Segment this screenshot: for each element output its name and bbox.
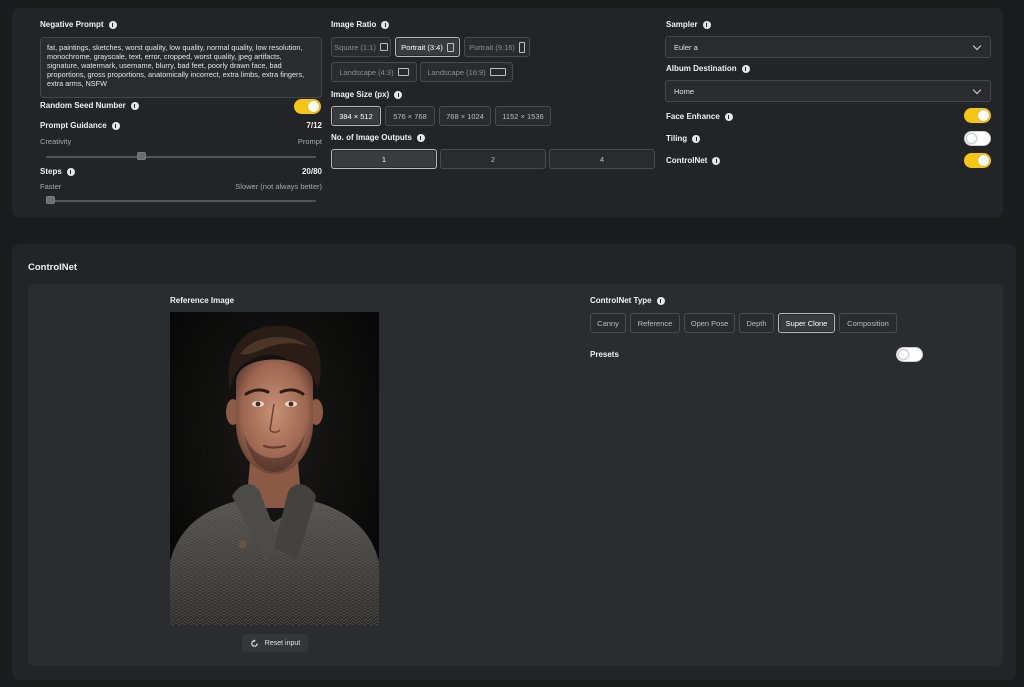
info-icon[interactable] — [394, 90, 403, 99]
size-option-384x512[interactable]: 384 × 512 — [331, 106, 381, 126]
controlnet-type-reference[interactable]: Reference — [630, 313, 680, 333]
image-size-label: Image Size (px) — [331, 90, 403, 99]
tall-portrait-shape-icon — [518, 41, 525, 53]
album-destination-label: Album Destination — [666, 64, 750, 73]
chevron-down-icon — [972, 41, 982, 51]
toggle-knob — [308, 101, 319, 112]
size-option-768x1024[interactable]: 768 × 1024 — [439, 106, 491, 126]
random-seed-toggle[interactable] — [294, 99, 321, 114]
image-ratio-label: Image Ratio — [331, 20, 390, 29]
ratio-square-option[interactable]: Square (1:1) — [331, 37, 391, 57]
controlnet-toggle-label: ControlNet — [666, 156, 721, 165]
slower-label: Slower (not always better) — [235, 182, 322, 191]
negative-prompt-label: Negative Prompt — [40, 20, 117, 29]
portrait-shape-icon — [446, 42, 454, 52]
controlnet-type-super-clone[interactable]: Super Clone — [778, 313, 835, 333]
ratio-landscape-16-9-option[interactable]: Landscape (16:9) — [420, 62, 513, 82]
image-outputs-label: No. of Image Outputs — [331, 133, 425, 142]
controlnet-section-title: ControlNet — [28, 262, 78, 273]
faster-label: Faster — [40, 182, 62, 191]
tiling-label: Tiling — [666, 134, 701, 143]
prompt-guidance-slider-thumb[interactable] — [137, 152, 147, 160]
size-option-576x768[interactable]: 576 × 768 — [385, 106, 435, 126]
tiling-toggle[interactable] — [964, 131, 991, 146]
presets-label: Presets — [590, 350, 619, 359]
steps-label: Steps — [40, 167, 75, 176]
controlnet-type-canny[interactable]: Canny — [590, 313, 626, 333]
landscape-shape-icon — [397, 68, 409, 76]
info-icon[interactable] — [416, 133, 425, 142]
controlnet-toggle[interactable] — [964, 153, 991, 168]
toggle-knob — [978, 110, 989, 121]
info-icon[interactable] — [712, 156, 721, 165]
steps-value: 20/80 — [301, 167, 322, 176]
info-icon[interactable] — [108, 20, 117, 29]
output-option-2[interactable]: 2 — [440, 149, 546, 169]
creativity-label: Creativity — [40, 137, 72, 146]
face-enhance-label: Face Enhance — [666, 112, 733, 121]
info-icon[interactable] — [130, 101, 139, 110]
prompt-guidance-slider-track[interactable] — [46, 156, 316, 158]
steps-slider-track[interactable] — [46, 200, 316, 202]
controlnet-type-depth[interactable]: Depth — [739, 313, 774, 333]
ratio-landscape-4-3-option[interactable]: Landscape (4:3) — [331, 62, 417, 82]
prompt-guidance-value: 7/12 — [306, 121, 322, 130]
steps-slider-thumb[interactable] — [46, 196, 55, 204]
info-icon[interactable] — [656, 296, 665, 305]
controlnet-type-label: ControlNet Type — [590, 296, 665, 305]
prompt-label: Prompt — [297, 137, 322, 146]
info-icon[interactable] — [741, 64, 750, 73]
ratio-portrait-3-4-option[interactable]: Portrait (3:4) — [395, 37, 460, 57]
random-seed-label: Random Seed Number — [40, 101, 139, 110]
toggle-knob — [966, 133, 977, 144]
chevron-down-icon — [972, 85, 982, 95]
sampler-select[interactable]: Euler a — [665, 36, 991, 58]
reference-image-label: Reference Image — [170, 296, 235, 305]
toggle-knob — [978, 155, 989, 166]
reset-input-button[interactable]: Reset input — [242, 634, 308, 652]
info-icon[interactable] — [724, 112, 733, 121]
wide-landscape-shape-icon — [489, 68, 506, 76]
refresh-icon — [251, 638, 258, 647]
info-icon[interactable] — [702, 20, 711, 29]
controlnet-type-composition[interactable]: Composition — [839, 313, 897, 333]
face-enhance-toggle[interactable] — [964, 108, 991, 123]
settings-panel: Negative Prompt fat, paintings, sketches… — [12, 8, 1003, 218]
info-icon[interactable] — [111, 121, 120, 130]
portrait-photo — [170, 312, 379, 625]
square-shape-icon — [379, 43, 388, 51]
ratio-portrait-9-16-option[interactable]: Portrait (9:16) — [464, 37, 530, 57]
output-option-1[interactable]: 1 — [331, 149, 437, 169]
info-icon[interactable] — [692, 134, 701, 143]
reference-image[interactable] — [170, 312, 379, 625]
toggle-knob — [898, 349, 909, 360]
negative-prompt-input[interactable]: fat, paintings, sketches, worst quality,… — [40, 37, 322, 98]
presets-toggle[interactable] — [896, 347, 923, 362]
info-icon[interactable] — [381, 20, 390, 29]
controlnet-type-open-pose[interactable]: Open Pose — [684, 313, 735, 333]
album-destination-select[interactable]: Home — [665, 80, 991, 102]
output-option-4[interactable]: 4 — [549, 149, 655, 169]
size-option-1152x1536[interactable]: 1152 × 1536 — [495, 106, 551, 126]
prompt-guidance-label: Prompt Guidance — [40, 121, 120, 130]
sampler-label: Sampler — [666, 20, 711, 29]
info-icon[interactable] — [66, 167, 75, 176]
